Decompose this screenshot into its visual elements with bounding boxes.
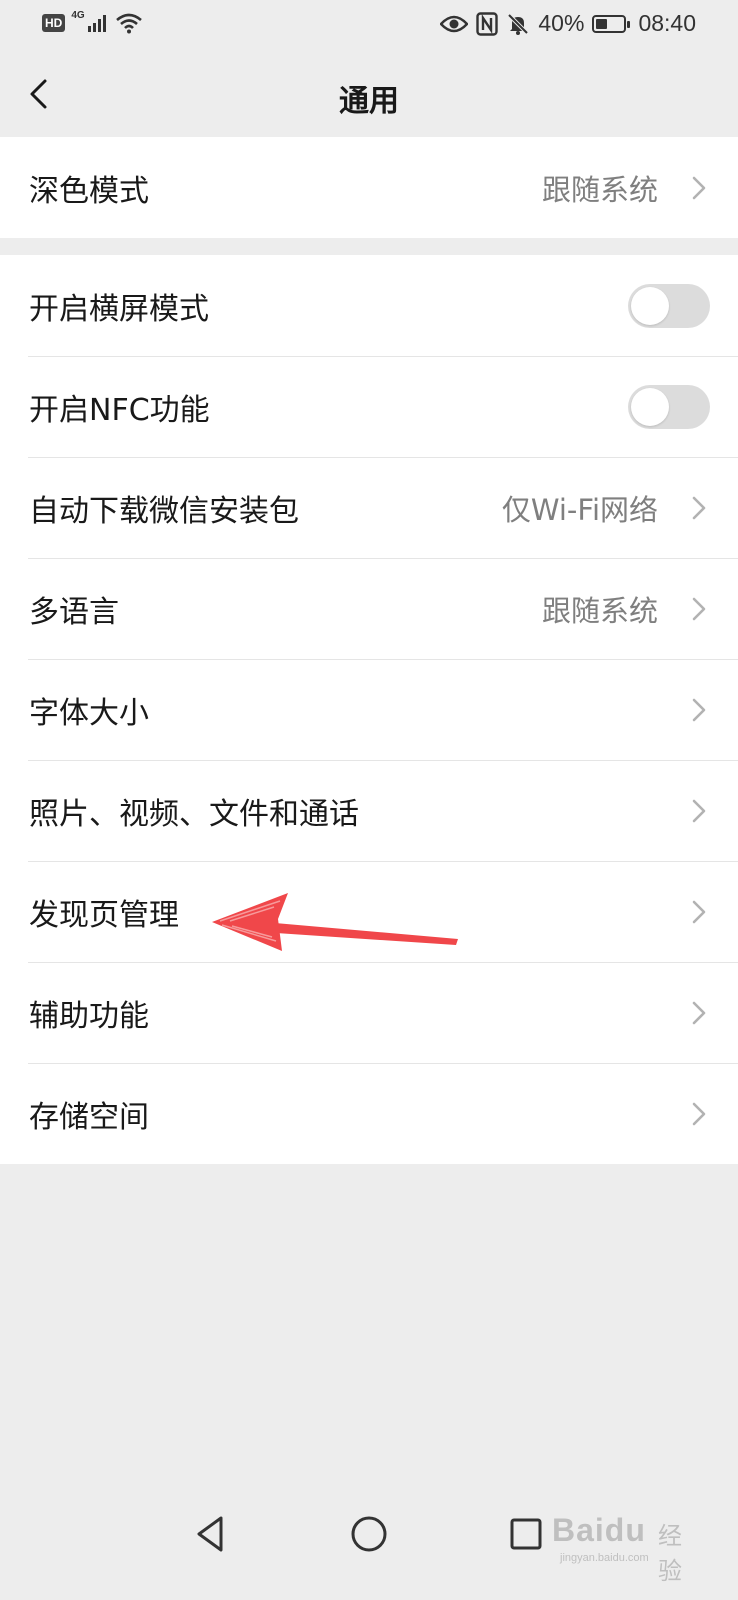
chevron-right-icon xyxy=(692,496,706,519)
setting-value: 跟随系统 xyxy=(541,593,658,628)
nfc-icon xyxy=(476,11,499,36)
status-left: HD 4G xyxy=(42,9,143,34)
hd-badge: HD xyxy=(42,14,66,32)
setting-row-dark-mode[interactable]: 深色模式 跟随系统 xyxy=(0,137,738,238)
toggle-knob xyxy=(631,387,669,426)
nav-header: 通用 xyxy=(0,52,738,136)
nav-home-icon[interactable] xyxy=(345,1510,393,1558)
nfc-toggle[interactable] xyxy=(628,384,710,429)
landscape-toggle[interactable] xyxy=(628,283,710,328)
chevron-right-icon xyxy=(692,176,706,199)
wifi-icon xyxy=(115,13,142,34)
battery-level-fill xyxy=(596,18,607,29)
setting-value: 跟随系统 xyxy=(541,172,658,207)
settings-group-general: 开启横屏模式 开启NFC功能 自动下载微信安装包 仅Wi-Fi网络 多语言 跟随… xyxy=(0,255,738,1164)
setting-label: 存储空间 xyxy=(29,1099,149,1135)
watermark: Baidu 经验 jingyan.baidu.com xyxy=(552,1488,702,1585)
setting-row-landscape: 开启横屏模式 xyxy=(0,255,738,356)
chevron-right-icon xyxy=(692,1001,706,1024)
chevron-right-icon xyxy=(692,1102,706,1125)
setting-row-language[interactable]: 多语言 跟随系统 xyxy=(0,558,738,659)
setting-label: 多语言 xyxy=(29,594,119,630)
setting-row-storage[interactable]: 存储空间 xyxy=(0,1063,738,1164)
chevron-right-icon xyxy=(692,799,706,822)
signal-icon xyxy=(87,15,106,32)
status-right: 40% 08:40 xyxy=(440,10,696,37)
status-bar: HD 4G 40% 08:40 xyxy=(0,0,738,52)
battery-percentage: 40% xyxy=(538,10,585,36)
setting-row-accessibility[interactable]: 辅助功能 xyxy=(0,962,738,1063)
setting-row-nfc: 开启NFC功能 xyxy=(0,356,738,457)
page-title: 通用 xyxy=(339,84,399,119)
eye-icon xyxy=(440,15,469,32)
setting-label: 自动下载微信安装包 xyxy=(29,493,299,529)
setting-label: 深色模式 xyxy=(29,173,149,209)
setting-label: 照片、视频、文件和通话 xyxy=(29,796,359,832)
setting-row-media[interactable]: 照片、视频、文件和通话 xyxy=(0,760,738,861)
setting-row-font-size[interactable]: 字体大小 xyxy=(0,659,738,760)
watermark-brand: Baidu xyxy=(552,1512,646,1548)
battery-icon xyxy=(592,14,631,33)
setting-value: 仅Wi-Fi网络 xyxy=(501,492,658,527)
mute-bell-icon xyxy=(507,13,529,35)
setting-label: 发现页管理 xyxy=(29,897,179,933)
chevron-right-icon xyxy=(692,698,706,721)
network-type-label: 4G xyxy=(71,9,85,21)
chevron-right-icon xyxy=(692,597,706,620)
watermark-suffix: 经验 xyxy=(658,1522,682,1585)
status-clock: 08:40 xyxy=(638,10,696,36)
setting-label: 字体大小 xyxy=(29,695,149,731)
setting-label: 开启横屏模式 xyxy=(29,291,209,327)
watermark-url: jingyan.baidu.com xyxy=(560,1552,649,1564)
setting-label: 开启NFC功能 xyxy=(29,392,210,428)
chevron-right-icon xyxy=(692,900,706,923)
setting-row-discover[interactable]: 发现页管理 xyxy=(0,861,738,962)
setting-label: 辅助功能 xyxy=(29,998,149,1034)
nav-back-icon[interactable] xyxy=(187,1510,235,1558)
settings-group-display: 深色模式 跟随系统 xyxy=(0,137,738,238)
nav-recent-apps-icon[interactable] xyxy=(502,1510,550,1558)
setting-row-auto-download[interactable]: 自动下载微信安装包 仅Wi-Fi网络 xyxy=(0,457,738,558)
toggle-knob xyxy=(631,286,669,325)
